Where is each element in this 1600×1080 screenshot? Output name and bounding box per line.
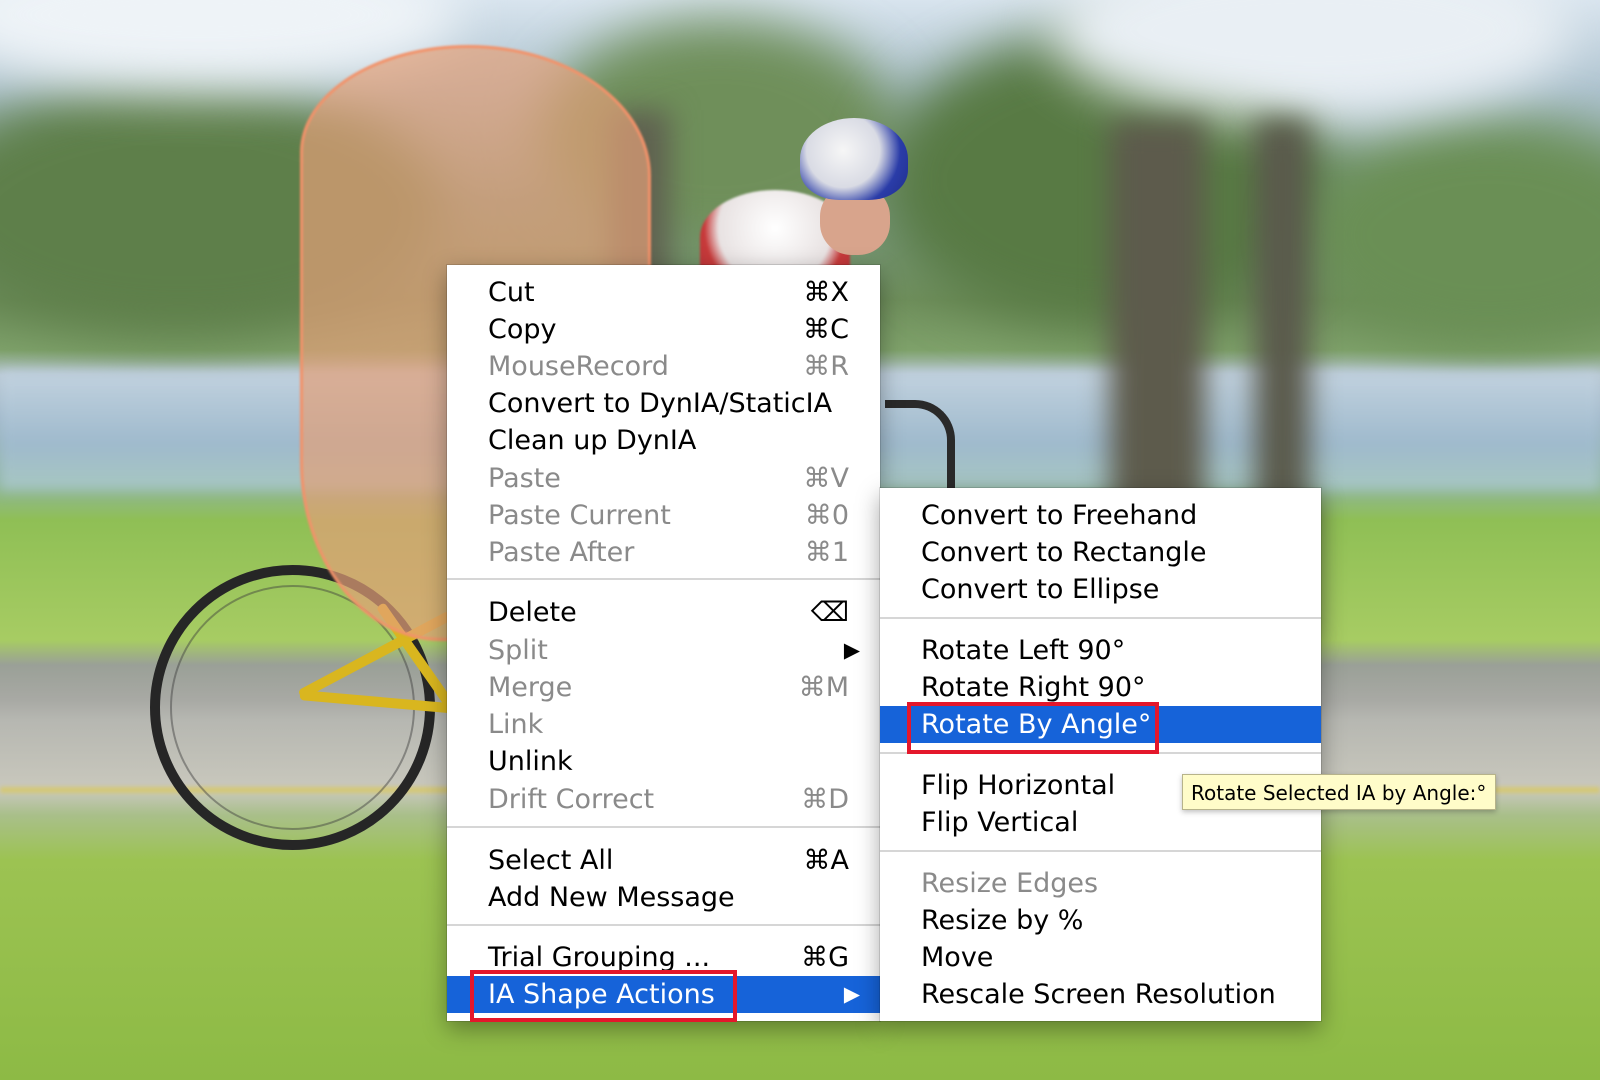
menu-item-select-all[interactable]: Select All ⌘A (447, 842, 880, 879)
menu-item-ia-shape-actions[interactable]: IA Shape Actions ▶ (447, 976, 880, 1013)
menu-item-shortcut: ⌘1 (804, 537, 849, 568)
menu-item-clean-up-dynia[interactable]: Clean up DynIA (447, 422, 880, 459)
menu-separator (880, 752, 1321, 754)
submenu-item-resize-by-percent[interactable]: Resize by % (880, 902, 1321, 939)
menu-item-shortcut: ⌘G (801, 942, 849, 973)
ia-shape-actions-submenu: Convert to Freehand Convert to Rectangle… (880, 488, 1321, 1021)
menu-item-unlink[interactable]: Unlink (447, 743, 880, 780)
menu-item-label: Move (921, 942, 994, 973)
menu-item-label: Rotate By Angle° (921, 709, 1152, 740)
menu-item-add-new-message[interactable]: Add New Message (447, 879, 880, 916)
submenu-item-rescale-screen-resolution[interactable]: Rescale Screen Resolution (880, 976, 1321, 1013)
submenu-item-move[interactable]: Move (880, 939, 1321, 976)
menu-item-split[interactable]: Split ▶ (447, 632, 880, 669)
menu-item-shortcut: ⌘M (798, 672, 849, 703)
menu-item-label: Add New Message (488, 882, 735, 913)
menu-item-mouserecord[interactable]: MouseRecord ⌘R (447, 348, 880, 385)
context-menu: Cut ⌘X Copy ⌘C MouseRecord ⌘R Convert to… (447, 265, 880, 1021)
tooltip: Rotate Selected IA by Angle:° (1182, 774, 1496, 810)
menu-item-label: Link (488, 709, 544, 740)
menu-item-shortcut: ⌘A (803, 845, 849, 876)
menu-item-label: Merge (488, 672, 573, 703)
menu-item-delete[interactable]: Delete ⌫ (447, 594, 880, 631)
submenu-item-convert-ellipse[interactable]: Convert to Ellipse (880, 571, 1321, 608)
menu-separator (880, 850, 1321, 852)
menu-item-copy[interactable]: Copy ⌘C (447, 311, 880, 348)
menu-item-label: Select All (488, 845, 614, 876)
menu-item-label: Resize by % (921, 905, 1084, 936)
menu-item-paste-after[interactable]: Paste After ⌘1 (447, 534, 880, 571)
menu-item-label: Flip Vertical (921, 807, 1079, 838)
menu-item-convert-dynia-staticia[interactable]: Convert to DynIA/StaticIA (447, 385, 880, 422)
submenu-arrow-icon: ▶ (843, 982, 860, 1006)
menu-item-shortcut: ⌘V (803, 463, 849, 494)
menu-item-label: IA Shape Actions (488, 979, 715, 1010)
submenu-item-convert-freehand[interactable]: Convert to Freehand (880, 497, 1321, 534)
menu-item-shortcut: ⌘R (803, 351, 849, 382)
menu-item-label: Split (488, 635, 548, 666)
menu-separator (447, 578, 880, 580)
menu-item-label: Convert to DynIA/StaticIA (488, 388, 833, 419)
menu-item-label: Rescale Screen Resolution (921, 979, 1276, 1010)
menu-item-trial-grouping[interactable]: Trial Grouping ... ⌘G (447, 939, 880, 976)
menu-item-label: Convert to Rectangle (921, 537, 1207, 568)
menu-item-shortcut: ⌘X (803, 277, 850, 308)
menu-item-merge[interactable]: Merge ⌘M (447, 669, 880, 706)
submenu-item-resize-edges[interactable]: Resize Edges (880, 865, 1321, 902)
menu-item-shortcut: ⌘C (803, 314, 849, 345)
menu-separator (880, 617, 1321, 619)
submenu-item-rotate-right-90[interactable]: Rotate Right 90° (880, 669, 1321, 706)
menu-item-label: Flip Horizontal (921, 770, 1116, 801)
menu-item-label: Paste After (488, 537, 635, 568)
submenu-item-rotate-by-angle[interactable]: Rotate By Angle° (880, 706, 1321, 743)
menu-separator (447, 924, 880, 926)
delete-key-icon: ⌫ (810, 597, 849, 628)
menu-item-shortcut: ⌘D (801, 784, 849, 815)
submenu-item-convert-rectangle[interactable]: Convert to Rectangle (880, 534, 1321, 571)
menu-item-label: Cut (488, 277, 535, 308)
submenu-arrow-icon: ▶ (843, 638, 860, 662)
menu-item-label: Delete (488, 597, 577, 628)
menu-item-label: Copy (488, 314, 557, 345)
menu-separator (447, 826, 880, 828)
menu-item-paste[interactable]: Paste ⌘V (447, 460, 880, 497)
menu-item-label: Convert to Freehand (921, 500, 1198, 531)
menu-item-label: Rotate Left 90° (921, 635, 1126, 666)
menu-item-label: MouseRecord (488, 351, 669, 382)
menu-item-label: Paste Current (488, 500, 671, 531)
menu-item-label: Clean up DynIA (488, 425, 697, 456)
menu-item-drift-correct[interactable]: Drift Correct ⌘D (447, 781, 880, 818)
menu-item-label: Drift Correct (488, 784, 655, 815)
submenu-item-rotate-left-90[interactable]: Rotate Left 90° (880, 632, 1321, 669)
menu-item-label: Resize Edges (921, 868, 1099, 899)
menu-item-link[interactable]: Link (447, 706, 880, 743)
menu-item-cut[interactable]: Cut ⌘X (447, 274, 880, 311)
menu-item-label: Convert to Ellipse (921, 574, 1160, 605)
menu-item-shortcut: ⌘0 (804, 500, 849, 531)
menu-item-label: Paste (488, 463, 561, 494)
menu-item-label: Rotate Right 90° (921, 672, 1146, 703)
menu-item-label: Unlink (488, 746, 573, 777)
menu-item-paste-current[interactable]: Paste Current ⌘0 (447, 497, 880, 534)
menu-item-label: Trial Grouping ... (488, 942, 711, 973)
